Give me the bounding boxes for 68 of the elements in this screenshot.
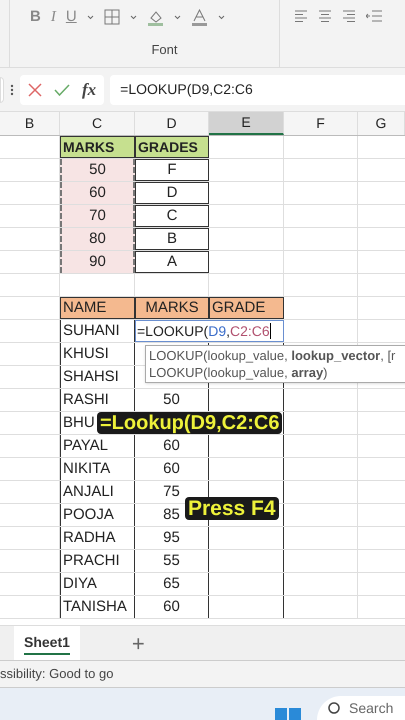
- column-header[interactable]: F: [284, 112, 358, 135]
- formula-text: =LOOKUP(: [137, 322, 208, 341]
- table-cell: B: [135, 228, 209, 250]
- formula-argument: ,C2:C6: [226, 322, 270, 340]
- borders-icon[interactable]: [104, 9, 120, 25]
- search-icon: [327, 701, 341, 715]
- align-icon[interactable]: [342, 10, 356, 23]
- column-heading: GRADE: [209, 297, 284, 319]
- table-cell: 70: [60, 205, 135, 227]
- table-cell: NIKITA: [60, 458, 135, 480]
- table-cell: 65: [135, 573, 209, 595]
- align-icon[interactable]: [294, 10, 308, 23]
- table-cell: 60: [135, 458, 209, 480]
- search-field[interactable]: Search: [317, 696, 405, 720]
- table-cell: A: [135, 251, 209, 273]
- caret-icon[interactable]: [174, 14, 181, 20]
- table-cell: 50: [60, 159, 135, 181]
- table-cell: 50: [135, 389, 209, 411]
- table-cell: 95: [135, 527, 209, 549]
- insert-function-button[interactable]: fx: [82, 76, 96, 102]
- table-cell: 80: [60, 228, 135, 250]
- syntax-line[interactable]: LOOKUP(lookup_value, lookup_vector, [r: [149, 347, 405, 364]
- column-heading: MARKS: [135, 297, 209, 319]
- table-cell: RASHI: [60, 389, 135, 411]
- column-heading: GRADES: [135, 136, 209, 158]
- align-icon[interactable]: [318, 10, 332, 23]
- caption: =Lookup(D9,C2:C6: [97, 412, 282, 434]
- column-heading: NAME: [60, 297, 135, 319]
- caret-icon[interactable]: [130, 14, 137, 20]
- cancel-icon[interactable]: [28, 82, 42, 96]
- table-cell: C: [135, 205, 209, 227]
- more-icon[interactable]: [10, 84, 14, 96]
- font-color-icon[interactable]: [190, 8, 208, 26]
- table-cell: 60: [60, 182, 135, 204]
- table-cell: 60: [135, 435, 209, 457]
- column-header[interactable]: E: [209, 112, 284, 135]
- table-cell: TANISHA: [60, 596, 135, 618]
- caption: Press F4: [185, 497, 279, 520]
- table-cell: RADHA: [60, 527, 135, 549]
- table-cell: D: [135, 182, 209, 204]
- formula-argument: D9: [208, 322, 226, 340]
- table-cell: 55: [135, 550, 209, 572]
- check-icon[interactable]: [54, 84, 70, 96]
- table-cell: SHAHSI: [60, 366, 135, 388]
- group-label: Font: [151, 41, 178, 59]
- column-heading: MARKS: [60, 136, 135, 158]
- table-cell: DIYA: [60, 573, 135, 595]
- cell-editor[interactable]: =LOOKUP(D9,C2:C6: [135, 320, 284, 342]
- column-header[interactable]: C: [60, 112, 135, 135]
- indent-icon[interactable]: [366, 10, 382, 23]
- table-cell: PRACHI: [60, 550, 135, 572]
- table-cell: 90: [60, 251, 135, 273]
- caret-icon[interactable]: [218, 14, 225, 20]
- table-cell: ANJALI: [60, 481, 135, 503]
- caret-icon[interactable]: [86, 14, 94, 20]
- syntax-line[interactable]: LOOKUP(lookup_value, array): [149, 364, 405, 381]
- table-cell: 60: [135, 596, 209, 618]
- status-text: ssibility: Good to go: [0, 665, 114, 684]
- sheet-tab[interactable]: Sheet1: [14, 626, 80, 660]
- table-cell: PAYAL: [60, 435, 135, 457]
- column-header[interactable]: G: [358, 112, 405, 135]
- table-cell: KHUSI: [60, 343, 135, 365]
- add-sheet-button[interactable]: +: [132, 626, 145, 660]
- table-cell: POOJA: [60, 504, 135, 526]
- column-header[interactable]: B: [0, 112, 60, 135]
- formula-field[interactable]: =LOOKUP(D9,C2:C6: [110, 74, 405, 104]
- table-cell: F: [135, 159, 209, 181]
- fill-color-icon[interactable]: [146, 8, 164, 26]
